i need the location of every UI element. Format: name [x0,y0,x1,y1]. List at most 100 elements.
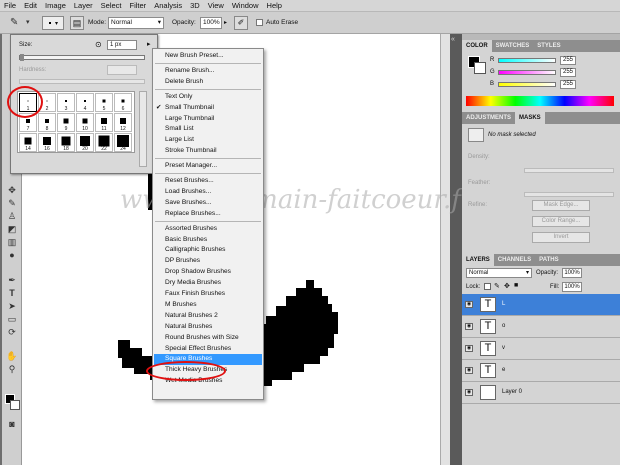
opacity-field[interactable]: 100% [200,17,222,29]
visibility-eye-icon[interactable]: ◉ [465,301,473,308]
tab-swatches[interactable]: SWATCHES [492,40,534,52]
menu-item-preset-manager[interactable]: Preset Manager... [165,161,217,171]
brush-preset-16[interactable]: 16 [38,133,56,152]
layer-opacity-field[interactable]: 100% [562,268,582,278]
brush-preset-20[interactable]: 20 [76,133,94,152]
menu-item-replace-brushes[interactable]: Replace Brushes... [165,209,221,219]
color-range-button[interactable]: Color Range... [532,216,590,227]
menu-item-faux-finish-brushes[interactable]: Faux Finish Brushes [165,289,225,299]
layer-row[interactable]: ◉ Tv [462,338,620,360]
menu-item-special-effect-brushes[interactable]: Special Effect Brushes [165,344,231,354]
menu-file[interactable]: File [4,1,16,10]
menu-filter[interactable]: Filter [130,1,147,10]
size-field[interactable]: 1 px [107,40,137,50]
tab-masks[interactable]: MASKS [515,112,545,124]
menu-window[interactable]: Window [232,1,259,10]
pen-tool-icon[interactable]: ✒ [5,274,19,286]
lock-pixels-icon[interactable]: ✎ [494,282,500,290]
r-value[interactable]: 255 [560,56,576,65]
tab-adjustments[interactable]: ADJUSTMENTS [462,112,515,124]
tab-color[interactable]: COLOR [462,40,492,52]
type-tool-icon[interactable]: T [5,287,19,299]
brush-preset-4[interactable]: 4 [76,93,94,112]
lock-transparency-icon[interactable] [484,283,491,290]
move-tool-icon[interactable]: ✥ [5,184,19,196]
brush-preset-14[interactable]: 14 [19,133,37,152]
tablet-pressure-icon[interactable]: ✐ [234,16,248,30]
g-value[interactable]: 255 [560,68,576,77]
brush-preset-6[interactable]: 6 [114,93,132,112]
menu-item-reset-brushes[interactable]: Reset Brushes... [165,176,214,186]
dodge-tool-icon[interactable]: ● [5,249,19,261]
menu-layer[interactable]: Layer [74,1,93,10]
bg-swatch[interactable] [474,62,486,74]
menu-item-assorted-brushes[interactable]: Assorted Brushes [165,224,217,234]
menu-item-natural-brushes-2[interactable]: Natural Brushes 2 [165,311,218,321]
layer-row[interactable]: ◉ To [462,316,620,338]
lock-all-icon[interactable]: ■ [514,282,518,289]
gradient-tool-icon[interactable]: ▥ [5,236,19,248]
lock-position-icon[interactable]: ✥ [504,282,510,290]
menu-item-small-thumbnail[interactable]: Small Thumbnail [165,103,214,113]
menu-image[interactable]: Image [45,1,66,10]
opacity-dropdown-icon[interactable]: ▸ [224,19,227,26]
brush-preset-12[interactable]: 12 [114,113,132,132]
brush-preset-18[interactable]: 18 [57,133,75,152]
menu-item-save-brushes[interactable]: Save Brushes... [165,198,212,208]
brush-preview-button[interactable]: ▾ [42,16,64,30]
menu-item-natural-brushes[interactable]: Natural Brushes [165,322,212,332]
brush-preset-9[interactable]: 9 [57,113,75,132]
mask-edge-button[interactable]: Mask Edge... [532,200,590,211]
menu-view[interactable]: View [208,1,224,10]
brush-preset-10[interactable]: 10 [76,113,94,132]
background-color-swatch[interactable] [10,400,20,410]
menu-item-large-list[interactable]: Large List [165,135,194,145]
tab-layers[interactable]: LAYERS [462,254,494,266]
visibility-eye-icon[interactable]: ◉ [465,345,473,352]
path-selection-icon[interactable]: ➤ [5,300,19,312]
b-slider[interactable] [498,82,556,87]
menu-analysis[interactable]: Analysis [154,1,182,10]
tab-styles[interactable]: STYLES [533,40,564,52]
auto-erase-checkbox[interactable] [256,19,263,26]
tab-paths[interactable]: PATHS [535,254,562,266]
menu-item-new-brush-preset[interactable]: New Brush Preset... [165,51,224,61]
visibility-eye-icon[interactable]: ◉ [465,367,473,374]
quick-mask-icon[interactable]: ◙ [5,418,19,430]
picker-scrollbar[interactable] [139,91,147,167]
menu-item-dp-brushes[interactable]: DP Brushes [165,256,200,266]
pencil-tool-icon[interactable]: ✎ [10,17,24,29]
vertical-scrollbar[interactable] [440,34,450,465]
expand-panels-icon[interactable]: « [451,36,455,43]
menu-edit[interactable]: Edit [24,1,37,10]
size-slider[interactable] [19,54,145,61]
brush-tool-icon[interactable]: ✎ [5,197,19,209]
brush-preset-3[interactable]: 3 [57,93,75,112]
menu-item-small-list[interactable]: Small List [165,124,194,134]
mode-select[interactable]: Normal ▾ [108,17,164,29]
zoom-tool-icon[interactable]: ⚲ [5,363,19,375]
invert-button[interactable]: Invert [532,232,590,243]
hand-tool-icon[interactable]: ✋ [5,350,19,362]
eraser-tool-icon[interactable]: ◩ [5,223,19,235]
menu-item-round-brushes-with-size[interactable]: Round Brushes with Size [165,333,239,343]
spectrum-bar[interactable] [466,96,614,106]
menu-item-rename-brush[interactable]: Rename Brush... [165,66,214,76]
menu-item-calligraphic-brushes[interactable]: Calligraphic Brushes [165,245,225,255]
layer-row[interactable]: ◉ Layer 0 [462,382,620,404]
brush-preset-22[interactable]: 22 [95,133,113,152]
brush-preset-8[interactable]: 8 [38,113,56,132]
r-slider[interactable] [498,58,556,63]
tab-channels[interactable]: CHANNELS [494,254,535,266]
tool-preset-arrow-icon[interactable]: ▾ [26,18,30,26]
menu-item-basic-brushes[interactable]: Basic Brushes [165,235,207,245]
menu-item-delete-brush[interactable]: Delete Brush [165,77,203,87]
visibility-eye-icon[interactable]: ◉ [465,389,473,396]
b-value[interactable]: 255 [560,80,576,89]
blend-mode-select[interactable]: Normal ▾ [466,268,532,278]
brush-preset-24[interactable]: 24 [114,133,132,152]
menu-item-text-only[interactable]: Text Only [165,92,192,102]
g-slider[interactable] [498,70,556,75]
layer-row[interactable]: ◉ Te [462,360,620,382]
menu-item-dry-media-brushes[interactable]: Dry Media Brushes [165,278,221,288]
